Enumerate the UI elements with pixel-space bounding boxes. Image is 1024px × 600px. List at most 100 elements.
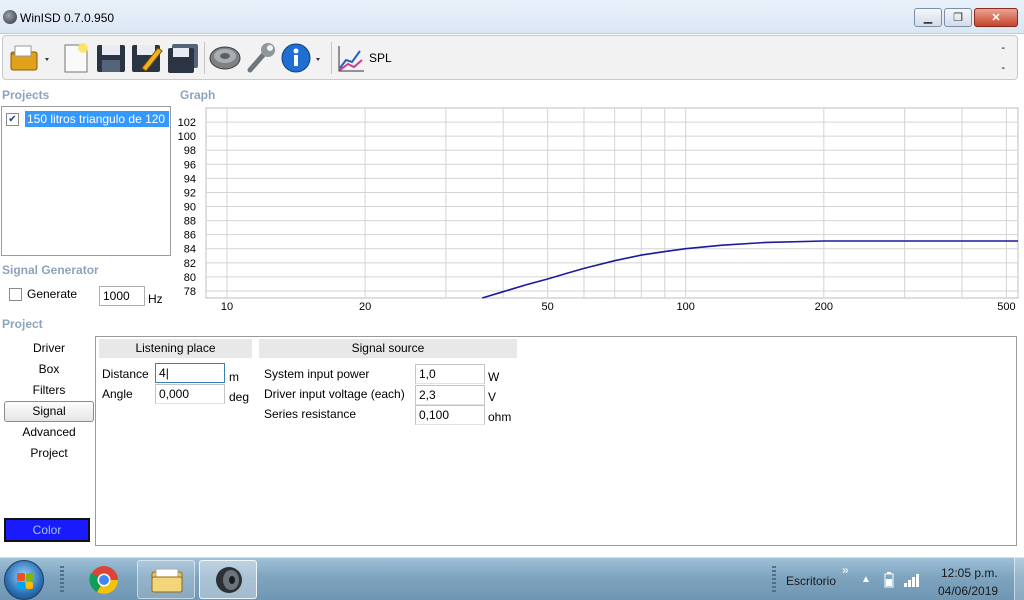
driver-icon[interactable]: [208, 42, 242, 74]
nav-signal[interactable]: Signal: [4, 401, 94, 422]
x-tick-label: 500: [997, 301, 1015, 313]
y-tick-label: 102: [178, 117, 196, 129]
y-tick-label: 80: [184, 272, 196, 284]
show-desktop-button[interactable]: [1014, 557, 1024, 600]
text-cursor: |: [165, 366, 169, 380]
battery-icon[interactable]: [884, 572, 894, 588]
x-tick-label: 100: [677, 301, 695, 313]
angle-input[interactable]: 0,000: [155, 384, 225, 404]
show-hidden-icons-icon[interactable]: ▲: [861, 574, 871, 585]
series-resistance-label: Series resistance: [264, 407, 357, 421]
series-resistance-input[interactable]: 0,100: [415, 405, 485, 425]
info-icon[interactable]: [280, 42, 326, 74]
toolbar-chevron[interactable]: »: [842, 563, 849, 577]
title-bar: WinISD 0.7.0.950 ▁ ❐ ✕: [0, 0, 1024, 34]
generate-checkbox[interactable]: [9, 287, 22, 301]
winisd-app-icon[interactable]: [3, 10, 17, 24]
toolbar-right-mark: -: [1001, 42, 1005, 54]
y-tick-label: 88: [184, 216, 196, 228]
minimize-button[interactable]: ▁: [914, 8, 942, 27]
project-checkbox[interactable]: ✔: [6, 112, 19, 126]
system-input-power-input[interactable]: 1,0: [415, 364, 485, 384]
nav-box[interactable]: Box: [4, 359, 94, 380]
y-tick-label: 100: [178, 131, 196, 143]
maximize-button[interactable]: ❐: [944, 8, 972, 27]
open-folder-icon[interactable]: [9, 42, 53, 74]
windows-logo-icon: [17, 573, 33, 589]
wrench-icon[interactable]: [244, 42, 278, 74]
y-tick-label: 84: [184, 244, 196, 256]
nav-filters[interactable]: Filters: [4, 380, 94, 401]
clock-time[interactable]: 12:05 p.m.: [941, 566, 998, 580]
spl-graph[interactable]: 78 80 82 84 86 88 90 92 94 96 98 100 102 10 20 50 100 200…: [176, 104, 1022, 316]
y-tick-label: 98: [184, 145, 196, 157]
desktop-toolbar-label[interactable]: Escritorio: [786, 574, 836, 588]
distance-input[interactable]: 4|: [155, 363, 225, 383]
color-button[interactable]: Color: [4, 518, 90, 542]
toolbar: SPL - -: [2, 35, 1018, 80]
y-tick-label: 96: [184, 159, 196, 171]
angle-label: Angle: [102, 387, 133, 401]
save-all-icon[interactable]: [166, 42, 200, 74]
start-button[interactable]: [4, 560, 44, 600]
projects-list[interactable]: ✔ 150 litros triangulo de 120 c: [1, 106, 171, 256]
generate-row: Generate: [9, 287, 77, 301]
project-list-item[interactable]: ✔ 150 litros triangulo de 120 c: [6, 110, 170, 128]
driver-input-voltage-input[interactable]: 2,3: [415, 385, 485, 405]
y-tick-label: 90: [184, 202, 196, 214]
projects-heading: Projects: [2, 88, 50, 102]
close-button[interactable]: ✕: [974, 8, 1018, 27]
distance-value: 4: [159, 366, 166, 380]
network-signal-icon[interactable]: [904, 573, 922, 587]
window-controls: ▁ ❐ ✕: [914, 8, 1018, 27]
toolbar-separator: [331, 42, 332, 74]
graph-heading: Graph: [180, 88, 216, 102]
winisd-taskbar-button[interactable]: [199, 560, 257, 599]
y-tick-label: 86: [184, 230, 196, 242]
driver-input-voltage-label: Driver input voltage (each): [264, 387, 405, 401]
system-input-power-label: System input power: [264, 367, 370, 381]
save-icon[interactable]: [95, 42, 127, 74]
project-nav: Driver Box Filters Signal Advanced Proje…: [2, 338, 94, 464]
y-tick-label: 94: [184, 173, 196, 185]
angle-unit: deg: [229, 390, 250, 404]
spl-graph-icon[interactable]: [336, 42, 366, 74]
taskbar-grip[interactable]: [60, 566, 64, 594]
voltage-unit: V: [488, 390, 497, 404]
x-tick-label: 50: [542, 301, 554, 313]
signal-panel: Listening place Distance 4| m Angle 0,00…: [95, 336, 1017, 546]
taskbar-grip[interactable]: [772, 566, 776, 594]
clock-date[interactable]: 04/06/2019: [938, 584, 998, 598]
generate-label: Generate: [27, 287, 78, 301]
file-explorer-icon: [151, 568, 183, 593]
frequency-unit: Hz: [148, 292, 163, 306]
x-tick-label: 10: [221, 301, 233, 313]
x-tick-label: 200: [815, 301, 833, 313]
toolbar-separator: [204, 42, 205, 74]
frequency-input[interactable]: 1000: [99, 286, 145, 306]
y-tick-label: 82: [184, 258, 196, 270]
window-title: WinISD 0.7.0.950: [20, 11, 115, 25]
save-as-icon[interactable]: [130, 42, 164, 74]
project-name[interactable]: 150 litros triangulo de 120 c: [24, 110, 170, 128]
spl-chart: 78 80 82 84 86 88 90 92 94 96 98 100 102 10 20 50 100 200…: [178, 107, 1019, 313]
taskbar: » ▲: [0, 557, 1024, 600]
x-tick-label: 20: [359, 301, 371, 313]
power-unit: W: [488, 370, 500, 384]
nav-advanced[interactable]: Advanced: [4, 422, 94, 443]
new-document-icon[interactable]: [61, 42, 91, 74]
spl-label[interactable]: SPL: [369, 51, 392, 65]
distance-label: Distance: [102, 367, 149, 381]
nav-driver[interactable]: Driver: [4, 338, 94, 359]
resistance-unit: ohm: [488, 410, 512, 424]
y-tick-label: 92: [184, 187, 196, 199]
signal-generator-heading: Signal Generator: [2, 263, 99, 277]
chrome-icon[interactable]: [88, 564, 120, 596]
listening-place-header: Listening place: [99, 339, 252, 358]
signal-source-header: Signal source: [259, 339, 517, 358]
y-tick-label: 78: [184, 286, 196, 298]
nav-project[interactable]: Project: [4, 443, 94, 464]
project-heading: Project: [2, 317, 43, 331]
file-explorer-taskbar-button[interactable]: [137, 560, 195, 599]
distance-unit: m: [229, 370, 239, 384]
